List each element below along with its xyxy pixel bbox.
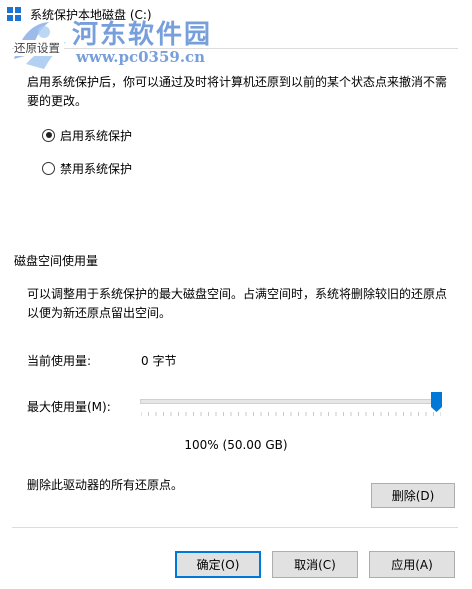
- apply-button[interactable]: 应用(A): [369, 551, 455, 578]
- radio-checked-icon[interactable]: [42, 128, 55, 142]
- max-usage-label: 最大使用量(M):: [27, 400, 111, 414]
- footer-divider: [12, 527, 458, 528]
- delete-button[interactable]: 删除(D): [371, 483, 455, 508]
- current-usage-value: 0 字节: [141, 354, 177, 368]
- max-usage-slider-thumb[interactable]: [431, 392, 442, 412]
- delete-restore-points-text: 删除此驱动器的所有还原点。: [27, 478, 184, 492]
- enable-protection-label: 启用系统保护: [60, 128, 133, 143]
- disable-protection-radio[interactable]: 禁用系统保护: [42, 159, 132, 177]
- enable-protection-radio[interactable]: 启用系统保护: [42, 126, 132, 144]
- group-divider: [12, 48, 458, 49]
- restore-description: 启用系统保护后，你可以通过及时将计算机还原到以前的某个状态点来撤消不需要的更改。: [27, 75, 448, 108]
- max-usage-percent: 100% (50.00 GB): [184, 438, 288, 452]
- watermark-url: www.pc0359.cn: [76, 48, 206, 66]
- watermark-brand: 河东软件园: [72, 20, 213, 50]
- restore-settings-label: 还原设置: [14, 40, 64, 56]
- max-usage-slider-track[interactable]: [140, 399, 442, 404]
- cancel-button[interactable]: 取消(C): [272, 551, 358, 578]
- disk-usage-description: 可以调整用于系统保护的最大磁盘空间。占满空间时，系统将删除较旧的还原点以便为新还…: [27, 287, 448, 320]
- disable-protection-label: 禁用系统保护: [60, 161, 133, 176]
- current-usage-label: 当前使用量:: [27, 354, 92, 368]
- slider-ticks: [141, 412, 441, 416]
- radio-unchecked-icon[interactable]: [42, 161, 55, 175]
- ok-button[interactable]: 确定(O): [175, 551, 261, 578]
- disk-usage-title: 磁盘空间使用量: [14, 254, 99, 268]
